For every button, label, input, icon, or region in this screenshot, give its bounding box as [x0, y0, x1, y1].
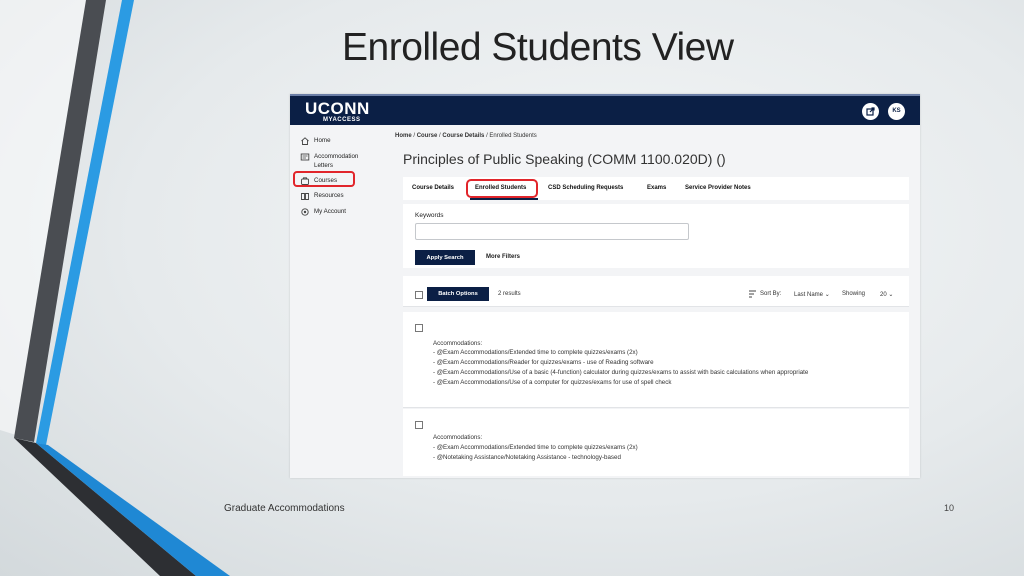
app-screenshot: UCONN MYACCESS KS Home Accommodation Let…: [290, 94, 920, 478]
courses-highlight: [293, 171, 355, 187]
resources-icon: [301, 193, 309, 200]
chevron-down-icon: ⌄: [888, 292, 894, 298]
sidebar-item-resources[interactable]: Resources: [300, 191, 344, 201]
keywords-label: Keywords: [415, 212, 444, 219]
batch-options-button[interactable]: Batch Options: [427, 287, 489, 301]
slide-footer: Graduate Accommodations: [224, 503, 345, 514]
external-link-icon[interactable]: [862, 103, 879, 120]
accommodation-list: - @Exam Accommodations/Extended time to …: [433, 443, 873, 463]
page-size-value: 20: [880, 292, 887, 298]
breadcrumb-separator: /: [413, 133, 416, 139]
keywords-input[interactable]: [415, 223, 689, 240]
list-item: Accommodations: - @Exam Accommodations/E…: [403, 312, 909, 408]
breadcrumb-home[interactable]: Home: [395, 133, 412, 139]
active-tab-indicator: [470, 198, 538, 200]
slide-title: Enrolled Students View: [342, 26, 734, 69]
student-checkbox[interactable]: [415, 324, 423, 332]
enrolled-students-highlight: [466, 179, 538, 198]
breadcrumb-course-details[interactable]: Course Details: [442, 133, 484, 139]
sort-by-value: Last Name: [794, 292, 824, 298]
sidebar-item-accommodation-letters[interactable]: Accommodation Letters: [300, 152, 370, 170]
sidebar-item-home[interactable]: Home: [300, 136, 331, 146]
apply-search-button[interactable]: Apply Search: [415, 250, 475, 265]
sort-by-label: Sort By:: [760, 291, 782, 297]
sidebar-item-label: Resources: [314, 192, 344, 199]
sort-icon: [749, 290, 756, 298]
breadcrumb-course[interactable]: Course: [417, 133, 438, 139]
showing-label: Showing: [842, 291, 866, 297]
home-icon: [301, 137, 309, 145]
breadcrumb: Home / Course / Course Details / Enrolle…: [395, 133, 537, 139]
uconn-logo[interactable]: UCONN: [305, 99, 370, 119]
accommodation-item: - @Exam Accommodations/Use of a computer…: [433, 379, 672, 386]
breadcrumb-current: Enrolled Students: [489, 133, 537, 139]
breadcrumb-separator: /: [439, 133, 441, 139]
page-title: Principles of Public Speaking (COMM 1100…: [403, 151, 726, 167]
slide-page-number: 10: [944, 503, 955, 513]
accommodation-item: - @Notetaking Assistance/Notetaking Assi…: [433, 454, 621, 461]
accommodation-item: - @Exam Accommodations/Extended time to …: [433, 349, 638, 356]
sidebar-item-label: My Account: [314, 208, 346, 215]
accommodation-list: - @Exam Accommodations/Extended time to …: [433, 348, 873, 388]
avatar[interactable]: KS: [888, 103, 905, 120]
results-count: 2 results: [498, 291, 521, 297]
search-panel: Keywords Apply Search More Filters: [403, 204, 909, 268]
page-size-select[interactable]: 20 ⌄: [880, 291, 893, 298]
sort-by-select[interactable]: Last Name ⌄: [794, 291, 830, 298]
tab-exams[interactable]: Exams: [647, 185, 666, 191]
select-all-checkbox[interactable]: [415, 291, 423, 299]
sidebar-item-label: Home: [314, 137, 331, 144]
list-item: Accommodations: - @Exam Accommodations/E…: [403, 409, 909, 476]
letter-icon: [300, 153, 310, 161]
myaccess-logo-text: MYACCESS: [323, 117, 361, 123]
gear-icon: [301, 208, 309, 216]
app-header: UCONN MYACCESS KS: [290, 94, 920, 125]
accommodations-heading: Accommodations:: [433, 434, 483, 441]
sidebar-item-my-account[interactable]: My Account: [300, 207, 346, 217]
more-filters-link[interactable]: More Filters: [486, 254, 520, 260]
sidebar-item-label: Accommodation Letters: [314, 153, 359, 169]
accommodation-item: - @Exam Accommodations/Reader for quizze…: [433, 359, 654, 366]
accommodations-heading: Accommodations:: [433, 340, 483, 347]
tab-service-provider-notes[interactable]: Service Provider Notes: [685, 185, 751, 191]
tab-course-details[interactable]: Course Details: [412, 185, 454, 191]
slide-decoration: [0, 0, 230, 576]
student-checkbox[interactable]: [415, 421, 423, 429]
tab-csd-scheduling-requests[interactable]: CSD Scheduling Requests: [548, 185, 623, 191]
results-toolbar: Batch Options 2 results Sort By: Last Na…: [403, 276, 909, 307]
accommodation-item: - @Exam Accommodations/Extended time to …: [433, 444, 638, 451]
chevron-down-icon: ⌄: [824, 292, 830, 298]
accommodation-item: - @Exam Accommodations/Use of a basic (4…: [433, 369, 809, 376]
breadcrumb-separator: /: [486, 133, 488, 139]
